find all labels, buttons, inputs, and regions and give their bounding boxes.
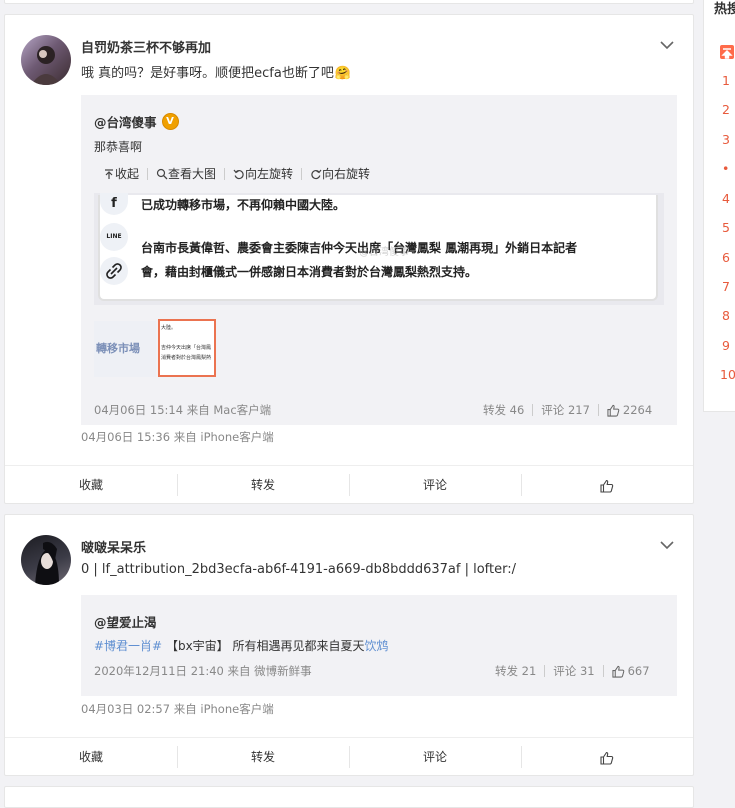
repost-button[interactable]: 转发 xyxy=(177,474,349,496)
favorite-button[interactable]: 收藏 xyxy=(5,746,177,768)
rank-1[interactable]: 1 xyxy=(722,73,730,88)
thumbnail-line: 消費者對於台灣鳳梨熱 xyxy=(161,355,212,361)
hug-emoji-icon: 🤗 xyxy=(334,66,352,81)
rotate-left-button[interactable]: 向左旋转 xyxy=(233,165,293,182)
divider xyxy=(147,167,149,180)
thumbnail-text: 轉移市場 xyxy=(96,342,140,355)
quoted-comment-count[interactable]: 评论 217 xyxy=(541,402,590,418)
divider xyxy=(301,167,303,180)
quoted-author[interactable]: @台湾傻事 V xyxy=(94,112,179,131)
quoted-post[interactable]: @望爱止渴 #博君一肖# 【bx宇宙】 所有相遇再见都来自夏天饮鸩 2020年1… xyxy=(81,595,677,696)
thumbnail-line: 吉仲今天出席「台灣鳳 xyxy=(161,345,212,351)
feed-card-1: 自罚奶茶三杯不够再加 哦 真的吗？是好事呀。顺便把ecfa也断了吧🤗 @台湾傻事… xyxy=(4,14,694,504)
image-toolbar: 收起 查看大图 向左旋转 向右旋转 xyxy=(103,165,370,182)
like-button[interactable] xyxy=(521,474,693,496)
view-large-label: 查看大图 xyxy=(168,167,217,181)
divider xyxy=(544,665,546,677)
image-line-3: 會，藉由封櫃儀式一併感謝日本消費者對於台灣鳳梨熱烈支持。 xyxy=(141,265,478,279)
favorite-button[interactable]: 收藏 xyxy=(5,474,177,496)
quoted-text-middle: 【bx宇宙】 所有相遇再见都来自夏天 xyxy=(165,639,365,653)
rank-6[interactable]: 6 xyxy=(722,250,730,265)
post-text: 0 | lf_attribution_2bd3ecfa-ab6f-4191-a6… xyxy=(81,562,516,577)
previous-card-edge xyxy=(4,0,694,4)
rank-2[interactable]: 2 xyxy=(722,102,730,117)
comment-button[interactable]: 评论 xyxy=(349,746,521,768)
quoted-text-link[interactable]: 饮鸩 xyxy=(365,639,389,653)
rotate-right-icon xyxy=(311,169,322,179)
next-card-edge xyxy=(4,786,694,808)
topic-hashtag-link[interactable]: #博君一肖# xyxy=(94,639,162,653)
rank-5[interactable]: 5 xyxy=(722,220,730,235)
feed-card-2: 啵啵呆呆乐 0 | lf_attribution_2bd3ecfa-ab6f-4… xyxy=(4,514,694,776)
rotate-left-label: 向左旋转 xyxy=(245,167,294,181)
quoted-author[interactable]: @望爱止渴 xyxy=(94,612,157,631)
quoted-text: 那恭喜啊 xyxy=(94,140,143,154)
image-line-1: 已成功轉移市場，不再仰賴中國大陸。 xyxy=(141,198,346,212)
post-text-body: 哦 真的吗？是好事呀。顺便把ecfa也断了吧 xyxy=(81,66,334,81)
quoted-stats: 转发 46 评论 217 2264 xyxy=(483,402,652,418)
hot-search-panel: 热搜 1 2 3 • 4 5 6 7 8 9 10 xyxy=(703,0,735,412)
quoted-comment-count[interactable]: 评论 31 xyxy=(553,663,594,679)
thumbs-up-icon xyxy=(600,479,614,493)
chevron-down-icon[interactable] xyxy=(660,540,674,550)
avatar[interactable] xyxy=(21,535,71,585)
post-actions: 收藏 转发 评论 xyxy=(5,465,693,504)
quoted-like-button[interactable]: 667 xyxy=(612,664,650,678)
divider xyxy=(224,167,226,180)
quoted-text: #博君一肖# 【bx宇宙】 所有相遇再见都来自夏天饮鸩 xyxy=(94,637,389,654)
expanded-image[interactable]: f LINE 已成功轉移市場，不再仰賴中國大陸。 台南市長黃偉哲、農委會主委陳吉… xyxy=(94,193,664,305)
quoted-repost-count[interactable]: 转发 21 xyxy=(495,663,536,679)
rotate-left-icon xyxy=(233,169,244,179)
post-author[interactable]: 自罚奶茶三杯不够再加 xyxy=(81,37,211,56)
thumbs-up-icon xyxy=(612,665,624,678)
rank-9[interactable]: 9 xyxy=(722,338,730,353)
quoted-like-count: 667 xyxy=(627,664,650,678)
quoted-post[interactable]: @台湾傻事 V 那恭喜啊 收起 查看大图 向左旋转 向右旋转 f LINE 已成… xyxy=(81,95,677,425)
divider xyxy=(532,404,534,416)
post-text: 哦 真的吗？是好事呀。顺便把ecfa也断了吧🤗 xyxy=(81,62,351,81)
comment-button[interactable]: 评论 xyxy=(349,474,521,496)
image-thumbnail-1[interactable]: 轉移市場 xyxy=(94,321,156,377)
quoted-like-button[interactable]: 2264 xyxy=(607,403,652,417)
image-watermark: @台湾傻事 xyxy=(359,247,409,258)
rank-4[interactable]: 4 xyxy=(722,191,730,206)
link-icon xyxy=(100,257,128,285)
image-thumbnail-2-selected[interactable]: 大陸。 吉仲今天出席「台灣鳳 消費者對於台灣鳳梨熱 xyxy=(158,319,216,377)
magnifier-icon xyxy=(156,168,168,179)
view-large-button[interactable]: 查看大图 xyxy=(156,165,216,182)
thumbnail-line: 大陸。 xyxy=(161,325,177,331)
rotate-right-label: 向右旋转 xyxy=(322,167,371,181)
thumbs-up-icon xyxy=(607,404,620,417)
rank-3[interactable]: 3 xyxy=(722,132,730,147)
thumbs-up-icon xyxy=(600,751,614,765)
verified-badge-icon: V xyxy=(161,113,179,130)
avatar[interactable] xyxy=(21,35,71,85)
divider xyxy=(597,404,599,416)
rank-10[interactable]: 10 xyxy=(720,367,735,382)
quoted-repost-count[interactable]: 转发 46 xyxy=(483,402,524,418)
hot-search-title: 热搜 xyxy=(714,2,735,17)
post-time-source[interactable]: 04月06日 15:36 来自 iPhone客户端 xyxy=(81,429,274,445)
rotate-right-button[interactable]: 向右旋转 xyxy=(310,165,370,182)
post-actions: 收藏 转发 评论 xyxy=(5,737,693,776)
rank-dot: • xyxy=(722,161,730,176)
rank-top-icon xyxy=(720,45,734,59)
chevron-down-icon[interactable] xyxy=(660,40,674,50)
post-time-source[interactable]: 04月03日 02:57 来自 iPhone客户端 xyxy=(81,701,274,717)
post-author[interactable]: 啵啵呆呆乐 xyxy=(81,537,146,556)
like-button[interactable] xyxy=(521,746,693,768)
quoted-like-count: 2264 xyxy=(622,403,653,417)
divider xyxy=(602,665,604,677)
quoted-stats: 转发 21 评论 31 667 xyxy=(495,663,650,679)
repost-button[interactable]: 转发 xyxy=(177,746,349,768)
line-icon: LINE xyxy=(100,223,128,251)
rank-8[interactable]: 8 xyxy=(722,308,730,323)
rank-7[interactable]: 7 xyxy=(722,279,730,294)
collapse-label: 收起 xyxy=(115,167,140,181)
collapse-icon xyxy=(105,168,113,179)
quoted-time-source[interactable]: 2020年12月11日 21:40 来自 微博新鲜事 xyxy=(94,663,312,679)
quoted-author-name[interactable]: @台湾傻事 xyxy=(94,112,157,131)
collapse-button[interactable]: 收起 xyxy=(103,165,139,182)
quoted-time-source[interactable]: 04月06日 15:14 来自 Mac客户端 xyxy=(94,402,271,418)
